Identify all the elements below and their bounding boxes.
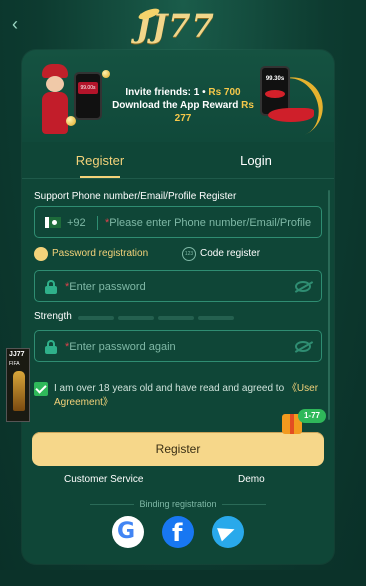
- telegram-icon: [217, 522, 237, 542]
- google-login-button[interactable]: G: [112, 516, 144, 548]
- password-confirm-input[interactable]: *Enter password again: [65, 331, 176, 363]
- coin-icon: [66, 116, 76, 126]
- trophy-illustration: [13, 371, 25, 411]
- gift-badge: 1-77: [298, 409, 326, 423]
- field-separator: [97, 216, 98, 230]
- banner-text: Invite friends: 1 • Rs 700 Download the …: [112, 87, 254, 124]
- divider-line: [222, 504, 266, 505]
- tab-login[interactable]: Login: [178, 148, 334, 178]
- eye-off-icon[interactable]: [295, 281, 311, 292]
- form-scrollbar[interactable]: [328, 190, 330, 420]
- promo-banner[interactable]: 99.00s Invite friends: 1 • Rs 700 Downlo…: [22, 50, 334, 142]
- facebook-icon: f: [172, 519, 183, 547]
- lock-icon: [34, 247, 48, 261]
- auth-tabs: Register Login: [22, 148, 334, 178]
- strength-bar-segment: [78, 316, 114, 320]
- strength-bar-segment: [158, 316, 194, 320]
- facebook-login-button[interactable]: f: [162, 516, 194, 548]
- lock-icon: [45, 340, 57, 354]
- age-agreement-checkbox[interactable]: [34, 382, 48, 396]
- side-promo-banner[interactable]: JJ77 FIFA: [6, 348, 30, 422]
- register-button[interactable]: Register: [32, 432, 324, 466]
- password-field[interactable]: *Enter password: [34, 270, 322, 302]
- lock-icon: [45, 280, 57, 294]
- tab-register[interactable]: Register: [22, 148, 178, 178]
- country-code[interactable]: +92: [67, 207, 86, 239]
- password-input[interactable]: *Enter password: [65, 271, 146, 303]
- pakistan-flag-icon: [45, 217, 61, 228]
- customer-service-link[interactable]: Customer Service: [64, 474, 143, 485]
- demo-link[interactable]: Demo: [238, 474, 265, 485]
- strength-bar-segment: [118, 316, 154, 320]
- app-logo: JJ77: [136, 6, 215, 45]
- phone-left-illustration: 99.00s: [74, 72, 102, 120]
- eye-off-icon[interactable]: [295, 341, 311, 352]
- agreement-text: I am over 18 years old and have read and…: [54, 383, 319, 408]
- tab-divider: [22, 178, 334, 179]
- google-icon: G: [117, 519, 136, 544]
- binding-registration-label: Binding registration: [139, 499, 217, 509]
- top-bar: ‹ JJ77: [0, 0, 366, 48]
- strength-bar-segment: [198, 316, 234, 320]
- chevron-left-icon: ‹: [12, 14, 18, 34]
- password-confirm-field[interactable]: *Enter password again: [34, 330, 322, 362]
- numeric-code-icon: 123: [182, 247, 196, 261]
- telegram-login-button[interactable]: [212, 516, 244, 548]
- bottom-strip: [0, 570, 366, 586]
- phone-field[interactable]: +92 *Please enter Phone number/Email/Pro…: [34, 206, 322, 238]
- strength-label: Strength: [34, 311, 72, 322]
- plane-icon: [268, 108, 314, 122]
- back-button[interactable]: ‹: [12, 14, 32, 34]
- register-method-label: Support Phone number/Email/Profile Regis…: [34, 191, 237, 202]
- phone-input[interactable]: *Please enter Phone number/Email/Profile: [105, 207, 311, 239]
- register-card: 99.00s Invite friends: 1 • Rs 700 Downlo…: [22, 50, 334, 564]
- coin-icon: [102, 70, 110, 78]
